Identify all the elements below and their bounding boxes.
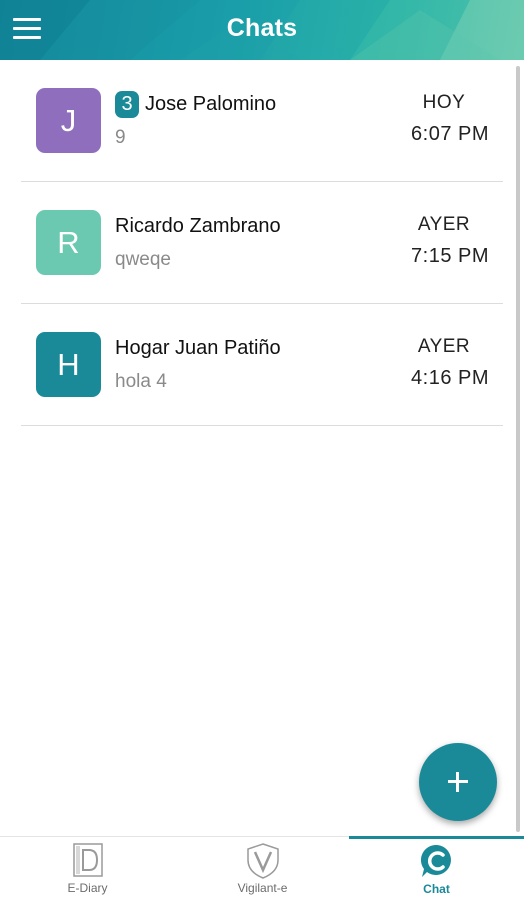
message-time: 4:16 PM: [411, 367, 489, 389]
tab-vigilant-e[interactable]: Vigilant-e: [175, 837, 350, 901]
last-message-preview: qweqe: [115, 249, 171, 270]
last-message-preview: hola 4: [115, 371, 167, 392]
plus-icon-stroke: [456, 772, 459, 792]
chat-title: Hogar Juan Patiño: [115, 334, 281, 362]
contact-name: Hogar Juan Patiño: [115, 336, 281, 359]
last-message-preview: 9: [115, 127, 126, 148]
ediary-d-icon: [72, 843, 103, 877]
message-time: 6:07 PM: [411, 123, 489, 145]
tab-label: Chat: [423, 882, 450, 896]
tab-label: E-Diary: [67, 881, 108, 895]
message-time: 7:15 PM: [411, 245, 489, 267]
app-header: Chats: [0, 0, 524, 60]
avatar-initial: J: [60, 102, 77, 138]
avatar: J: [36, 88, 101, 153]
chat-c-icon: [420, 844, 451, 877]
chat-row-hogar-juan-patino[interactable]: H Hogar Juan Patiño hola 4 AYER 4:16 PM: [21, 304, 503, 426]
scrollbar[interactable]: [516, 66, 520, 832]
avatar-initial: H: [57, 346, 80, 382]
message-day: AYER: [417, 214, 471, 235]
chat-row-ricardo-zambrano[interactable]: R Ricardo Zambrano qweqe AYER 7:15 PM: [21, 182, 503, 304]
contact-name: Ricardo Zambrano: [115, 214, 281, 237]
tab-chat[interactable]: Chat: [349, 837, 524, 901]
message-day: HOY: [422, 92, 466, 113]
chat-row-jose-palomino[interactable]: J 3 Jose Palomino 9 HOY 6:07 PM: [21, 60, 503, 182]
chat-title: 3 Jose Palomino: [115, 90, 276, 118]
message-day: AYER: [417, 336, 471, 357]
tab-label: Vigilant-e: [237, 881, 288, 895]
unread-count-badge: 3: [115, 90, 139, 118]
avatar: R: [36, 210, 101, 275]
new-chat-button[interactable]: [419, 743, 497, 821]
avatar: H: [36, 332, 101, 397]
chat-title: Ricardo Zambrano: [115, 212, 281, 240]
page-title: Chats: [226, 14, 298, 42]
tab-ediary[interactable]: E-Diary: [0, 837, 175, 901]
contact-name: Jose Palomino: [145, 92, 277, 115]
avatar-initial: R: [57, 224, 80, 260]
bottom-tab-bar: E-Diary Vigilant-e Chat: [0, 836, 524, 901]
chat-list: J 3 Jose Palomino 9 HOY 6:07 PM R Ricard…: [0, 60, 524, 836]
vigilant-shield-v-icon: [246, 843, 279, 879]
